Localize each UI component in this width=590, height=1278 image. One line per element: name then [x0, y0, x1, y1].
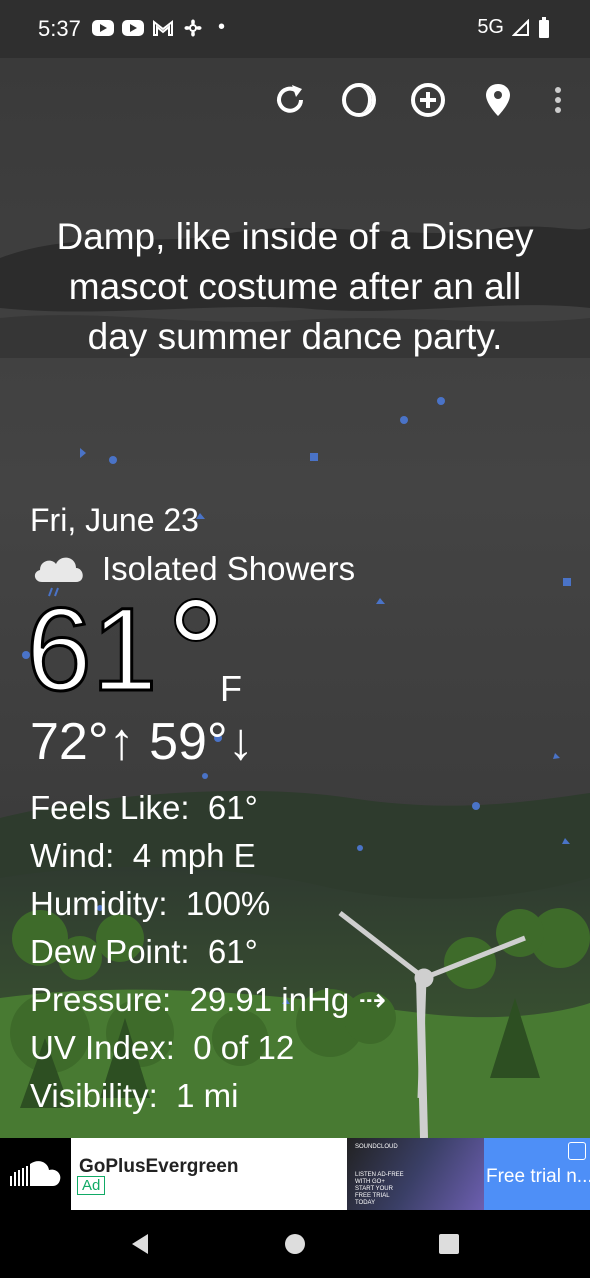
condition-text: Isolated Showers [102, 550, 356, 587]
status-time: 5:37 [38, 16, 81, 41]
dot-icon: • [218, 16, 226, 38]
ad-image-text: LISTEN AD-FREE WITH GO+ START YOUR FREE … [355, 1172, 404, 1206]
weather-details: Feels Like: 61° Wind: 4 mph E Humidity: … [30, 784, 386, 1120]
moon-icon [342, 83, 376, 117]
ad-banner[interactable]: GoPlusEvergreen Ad SOUNDCLOUD LISTEN AD-… [0, 1138, 590, 1210]
notification-icons: • [92, 16, 225, 39]
ad-badge: Ad [77, 1176, 106, 1195]
more-vert-icon [555, 87, 561, 113]
add-location-icon [411, 83, 445, 117]
location-pin-icon [486, 84, 510, 116]
detail-pressure: Pressure: 29.91 inHg ⇢ [30, 981, 386, 1018]
degree-symbol [176, 600, 216, 640]
youtube-icon [92, 19, 114, 36]
ad-advertiser: GoPlusEvergreen [79, 1156, 239, 1177]
theme-button[interactable] [339, 80, 379, 120]
detail-uv-index: UV Index: 0 of 12 [30, 1029, 295, 1066]
detail-humidity: Humidity: 100% [30, 885, 271, 922]
ad-choices-icon[interactable] [568, 1142, 586, 1160]
detail-visibility: Visibility: 1 mi [30, 1077, 239, 1114]
forecast-date: Fri, June 23 [30, 502, 199, 538]
temperature-unit: F [220, 668, 242, 709]
refresh-button[interactable] [270, 80, 310, 120]
ad-cta-button[interactable]: Free trial n... [484, 1138, 590, 1210]
more-options-button[interactable] [538, 80, 578, 120]
soundcloud-logo-icon [10, 1161, 61, 1186]
network-type: 5G [477, 16, 504, 38]
toolbar [0, 83, 590, 178]
youtube-icon [122, 19, 144, 36]
add-location-button[interactable] [408, 80, 448, 120]
high-low-temperature: 72°↑ 59°↓ [30, 713, 254, 771]
location-button[interactable] [478, 80, 518, 120]
ad-image-brand: SOUNDCLOUD [355, 1144, 398, 1150]
detail-feels-like: Feels Like: 61° [30, 789, 258, 826]
status-right: 5G [477, 16, 550, 39]
detail-wind: Wind: 4 mph E [30, 837, 256, 874]
status-bar: 5:37 • 5G [0, 0, 590, 58]
recents-icon[interactable] [437, 1232, 461, 1256]
ad-cta-label: Free trial n... [486, 1166, 590, 1187]
home-icon[interactable] [283, 1232, 307, 1256]
ad-text-area[interactable]: GoPlusEvergreen Ad [71, 1138, 347, 1210]
detail-dew-point: Dew Point: 61° [30, 933, 258, 970]
navigation-bar [0, 1210, 590, 1278]
battery-icon [539, 16, 549, 38]
refresh-icon [277, 85, 303, 113]
weather-quote: Damp, like inside of a Disney mascot cos… [56, 216, 534, 357]
current-temperature: 61 [24, 584, 158, 716]
fan-icon [184, 19, 202, 36]
weather-scene: Damp, like inside of a Disney mascot cos… [0, 58, 590, 1138]
gmail-icon [153, 19, 173, 36]
back-icon[interactable] [128, 1232, 152, 1256]
signal-icon [512, 18, 529, 36]
ad-image[interactable]: SOUNDCLOUD LISTEN AD-FREE WITH GO+ START… [347, 1138, 484, 1210]
